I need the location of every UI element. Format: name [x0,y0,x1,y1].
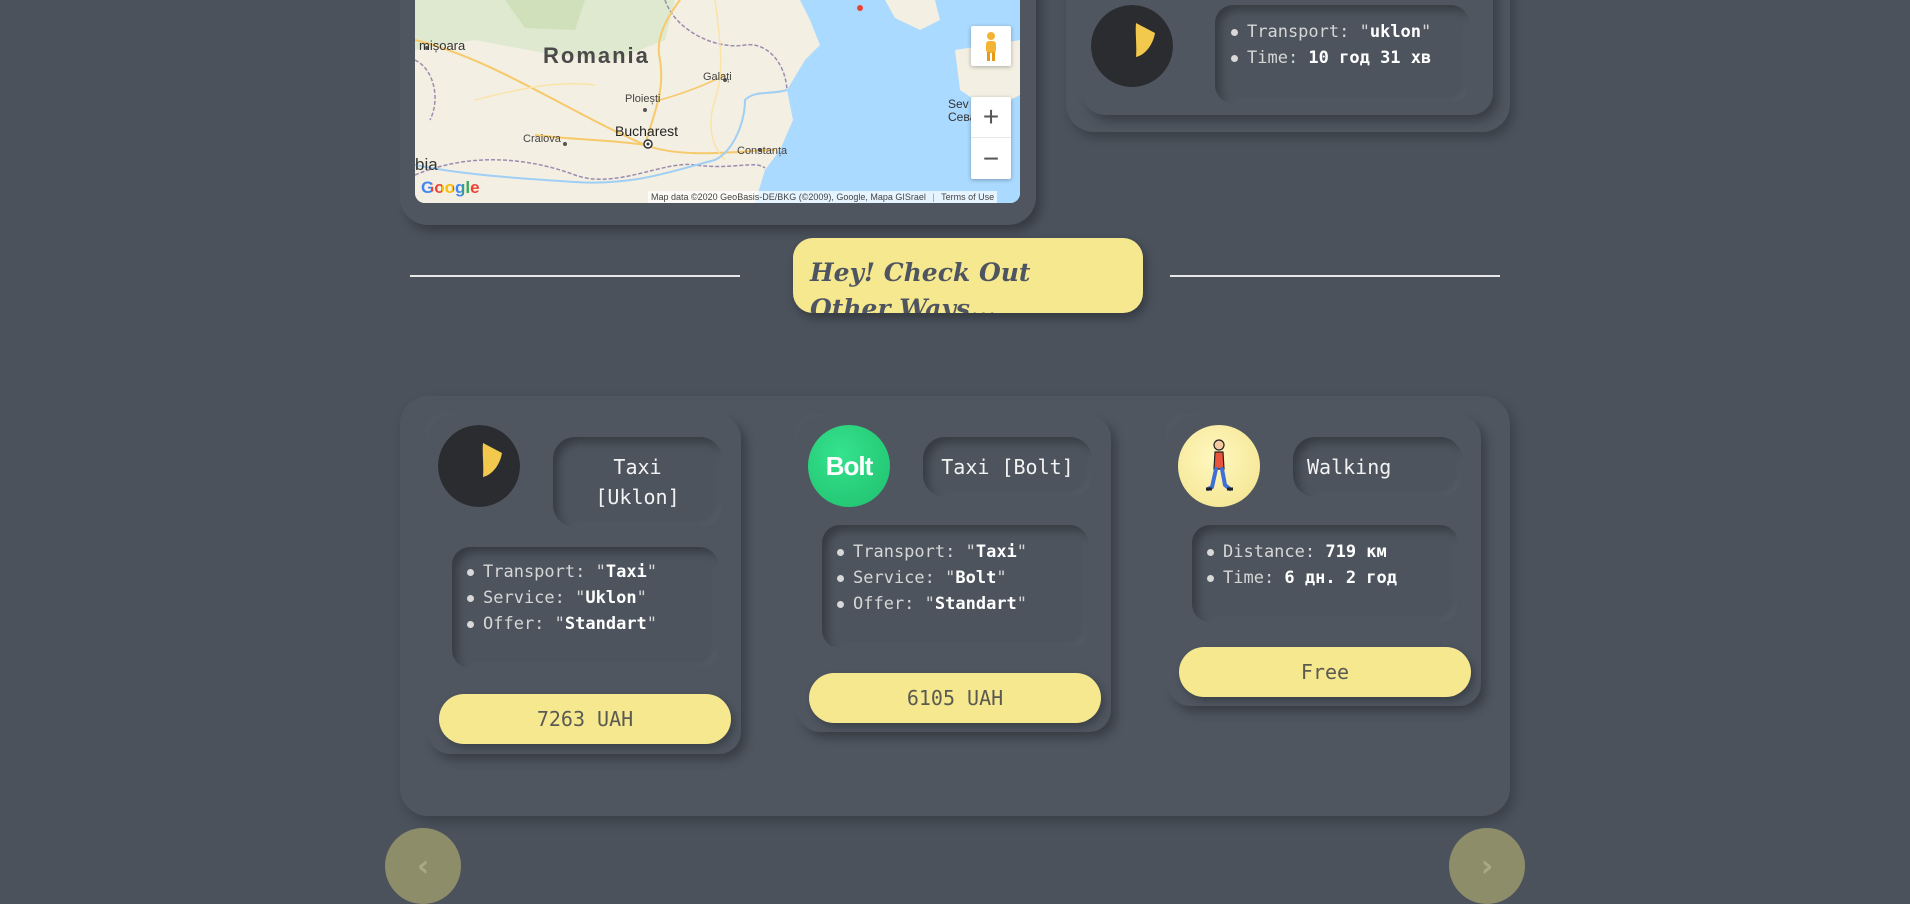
top-time: Time: 10 год 31 хв [1229,45,1469,71]
uklon-offer: Offer: "Standart" [465,611,718,637]
map-terms-link[interactable]: Terms of Use [941,192,994,202]
map[interactable]: mișoara Romania Ploiești Galați Buchares… [415,0,1020,203]
google-logo[interactable]: Google [421,178,480,198]
map-label-ploiesti: Ploiești [625,93,661,105]
bolt-offer: Offer: "Standart" [835,591,1088,617]
walking-distance: Distance: 719 км [1205,539,1458,565]
walking-time: Time: 6 дн. 2 год [1205,565,1458,591]
price-button-uklon[interactable]: 7263 UAH [439,694,731,744]
pegman-icon [986,32,996,61]
walking-person-icon [1178,425,1260,507]
option-title-walking: Walking [1293,437,1462,497]
bolt-service: Service: "Bolt" [835,565,1088,591]
option-info-uklon: Transport: "Taxi" Service: "Uklon" Offer… [452,547,718,668]
price-button-bolt[interactable]: 6105 UAH [809,673,1101,723]
option-info-bolt: Transport: "Taxi" Service: "Bolt" Offer:… [822,525,1088,648]
chevron-left-icon: ‹ [416,848,430,884]
map-canvas[interactable] [415,0,1020,203]
map-attribution: Map data ©2020 GeoBasis-DE/BKG (©2009), … [648,191,998,203]
map-label-bucharest: Bucharest [615,123,679,139]
zoom-controls: + − [971,97,1011,179]
map-label-constanta: Constanța [737,145,788,157]
zoom-in-button[interactable]: + [971,97,1011,138]
option-info-walking: Distance: 719 км Time: 6 дн. 2 год [1192,525,1458,622]
top-transport: Transport: "uklon" [1229,19,1469,45]
other-ways-heading: Hey! Check Out Other Ways... [793,238,1143,313]
uklon-logo-icon [1091,5,1173,87]
option-title-uklon: Taxi [Uklon] [553,437,722,527]
uklon-logo-icon [438,425,520,507]
bolt-logo-icon: Bolt [808,425,890,507]
chevron-right-icon: › [1480,848,1494,884]
uklon-service: Service: "Uklon" [465,585,718,611]
bolt-transport: Transport: "Taxi" [835,539,1088,565]
map-label-romania: Romania [543,43,650,68]
uklon-transport: Transport: "Taxi" [465,559,718,585]
map-label-craiova: Craiova [523,133,561,145]
option-title-bolt: Taxi [Bolt] [923,437,1092,497]
top-result-info: Transport: "uklon" Time: 10 год 31 хв [1215,5,1469,103]
map-label-galati: Galați [703,71,732,83]
divider-line-right [1170,275,1500,277]
prev-button[interactable]: ‹ [385,828,461,904]
map-label-timisoara: mișoara [419,38,466,53]
zoom-out-button[interactable]: − [971,138,1011,179]
map-label-bia: bia [415,155,438,174]
pegman-button[interactable] [971,26,1011,66]
divider-line-left [410,275,740,277]
price-button-walking[interactable]: Free [1179,647,1471,697]
next-button[interactable]: › [1449,828,1525,904]
